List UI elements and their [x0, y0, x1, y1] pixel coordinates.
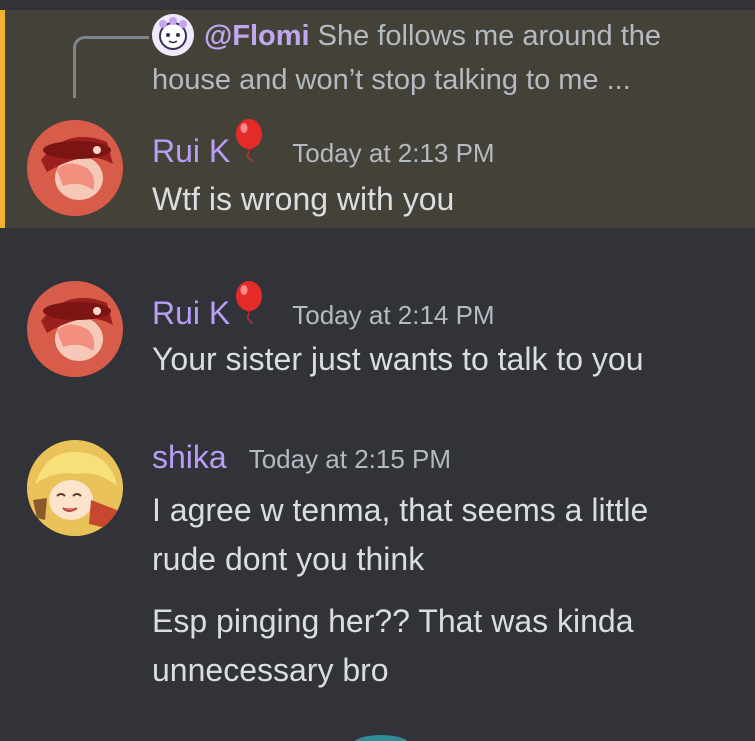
message-text: I agree w tenma, that seems a little: [152, 492, 649, 528]
message-header: Rui K Today at 2:13 PM: [152, 118, 495, 170]
scroll-indicator: [352, 735, 410, 741]
username[interactable]: Rui K: [152, 133, 230, 170]
timestamp[interactable]: Today at 2:13 PM: [292, 138, 494, 169]
chat-messages-pane[interactable]: @Flomi She follows me around the house a…: [0, 0, 755, 741]
reply-text-line2: house and won’t stop talking to me ...: [152, 64, 631, 96]
timestamp[interactable]: Today at 2:15 PM: [249, 444, 451, 475]
reply-author-mention[interactable]: @Flomi: [204, 20, 310, 52]
message-text: Esp pinging her?? That was kinda: [152, 603, 634, 639]
timestamp[interactable]: Today at 2:14 PM: [292, 300, 494, 331]
reply-preview-line2[interactable]: house and won’t stop talking to me ...: [152, 60, 631, 100]
balloon-icon: [232, 280, 266, 325]
message-text: unnecessary bro: [152, 652, 389, 688]
reply-text-line1: She follows me around the: [317, 20, 662, 52]
username[interactable]: shika: [152, 439, 227, 476]
reply-preview[interactable]: @Flomi She follows me around the: [204, 16, 661, 56]
avatar[interactable]: [27, 281, 123, 377]
username[interactable]: Rui K: [152, 295, 230, 332]
avatar[interactable]: [27, 120, 123, 216]
message-header: Rui K Today at 2:14 PM: [152, 280, 495, 332]
reply-connector: [73, 36, 149, 98]
message-text: Your sister just wants to talk to you: [152, 341, 644, 377]
balloon-icon: [232, 118, 266, 163]
message-text: rude dont you think: [152, 541, 425, 577]
message-header: shika Today at 2:15 PM: [152, 439, 451, 476]
avatar[interactable]: [27, 440, 123, 536]
message-text: Wtf is wrong with you: [152, 181, 455, 217]
reply-author-avatar[interactable]: [152, 14, 194, 56]
